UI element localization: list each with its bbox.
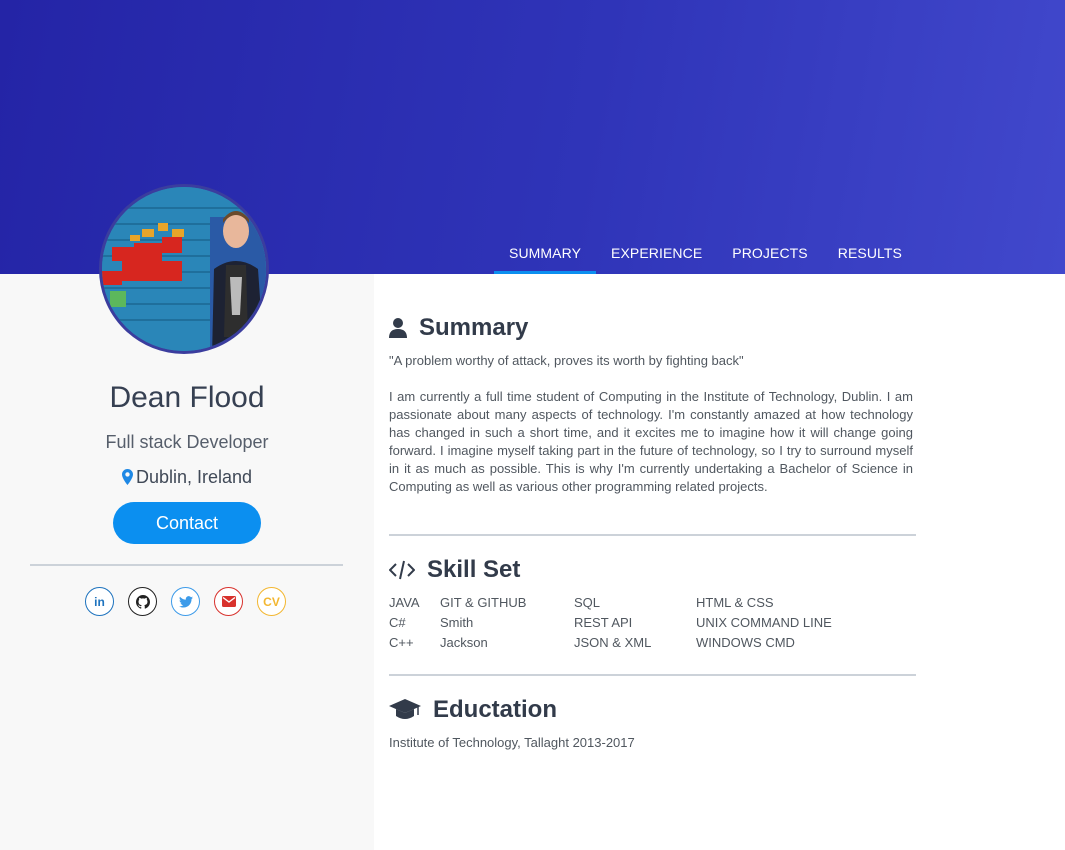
skills-column-1: JAVA C# C++ [389, 595, 420, 655]
summary-quote: "A problem worthy of attack, proves its … [389, 353, 744, 368]
user-icon [389, 318, 407, 338]
sidebar [0, 274, 374, 850]
main-nav: SUMMARY EXPERIENCE PROJECTS RESULTS [494, 244, 917, 274]
cv-icon[interactable]: CV [257, 587, 286, 616]
education-title: Eductation [433, 696, 557, 723]
skill-item: C++ [389, 635, 414, 650]
skill-item: REST API [574, 615, 633, 630]
skills-column-4: HTML & CSS UNIX COMMAND LINE WINDOWS CMD [696, 595, 832, 655]
summary-heading: Summary [389, 314, 528, 342]
skills-heading: Skill Set [389, 556, 520, 584]
social-links: in CV [85, 587, 300, 616]
skill-item: Smith [440, 615, 474, 630]
cv-label: CV [263, 594, 280, 609]
skill-item: WINDOWS CMD [696, 635, 795, 650]
skills-column-2: GIT & GITHUB Smith Jackson [440, 595, 526, 655]
linkedin-icon[interactable]: in [85, 587, 114, 616]
skill-item: JSON & XML [574, 635, 652, 650]
contact-button[interactable]: Contact [113, 502, 261, 544]
tab-results[interactable]: RESULTS [823, 244, 917, 274]
tab-projects[interactable]: PROJECTS [717, 244, 822, 274]
avatar [99, 184, 269, 354]
summary-title: Summary [419, 314, 529, 341]
summary-divider [389, 534, 916, 536]
skill-item: Jackson [440, 635, 488, 650]
code-icon [389, 560, 415, 580]
skills-column-3: SQL REST API JSON & XML [574, 595, 651, 655]
location-text: Dublin, Ireland [135, 467, 253, 487]
skill-item: GIT & GITHUB [440, 595, 527, 610]
skill-item: JAVA [389, 595, 420, 610]
summary-paragraph: I am currently a full time student of Co… [389, 389, 913, 494]
profile-photo [102, 187, 266, 351]
tab-experience[interactable]: EXPERIENCE [596, 244, 717, 274]
skill-item: C# [389, 615, 406, 630]
github-icon[interactable] [128, 587, 157, 616]
tab-summary[interactable]: SUMMARY [494, 244, 597, 274]
map-marker-icon [121, 469, 133, 490]
skills-divider [389, 674, 916, 676]
profile-name: Dean Flood [109, 381, 265, 414]
skill-item: UNIX COMMAND LINE [696, 615, 832, 630]
skill-item: HTML & CSS [696, 595, 774, 610]
profile-location: Dublin, Ireland [0, 467, 374, 490]
education-text: Institute of Technology, Tallaght 2013-2… [389, 735, 635, 750]
sidebar-divider [30, 564, 343, 566]
mail-icon[interactable] [214, 587, 243, 616]
twitter-icon[interactable] [171, 587, 200, 616]
education-heading: Eductation [389, 696, 557, 724]
graduation-cap-icon [389, 699, 421, 721]
skills-title: Skill Set [427, 556, 521, 583]
profile-role: Full stack Developer [105, 432, 269, 452]
linkedin-label: in [94, 594, 105, 609]
skill-item: SQL [574, 595, 601, 610]
